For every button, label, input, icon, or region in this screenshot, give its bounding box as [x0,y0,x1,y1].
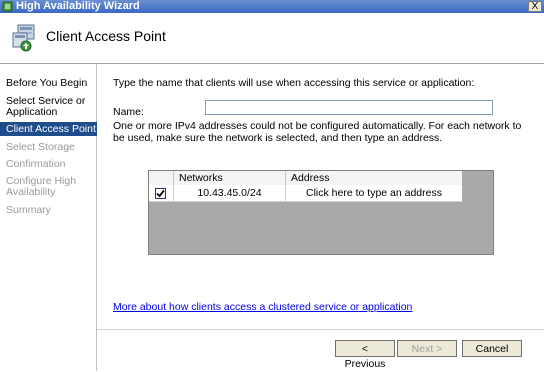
cluster-app-icon [2,1,13,12]
name-label: Name: [113,106,144,118]
column-header-networks[interactable]: Networks [174,171,286,185]
page-title: Client Access Point [46,28,166,44]
nav-step-confirmation: Confirmation [6,158,66,170]
address-cell[interactable]: Click here to type an address [286,185,462,202]
column-header-address[interactable]: Address [286,171,462,185]
column-header-select [149,171,174,185]
wizard-steps-nav: Before You Begin Select Service or Appli… [0,64,97,371]
networks-grid: Networks Address 10.43.45.0/24 Click her… [148,170,494,255]
network-checkbox[interactable] [155,188,166,199]
name-input[interactable] [205,100,493,115]
row-select-cell[interactable] [149,185,174,202]
nav-step-configure-high-availability: Configure High Availability [6,175,77,198]
main-content: Type the name that clients will use when… [97,64,544,371]
checkmark-icon [156,189,165,198]
nav-step-select-service[interactable]: Select Service or Application [0,96,97,118]
title-bar[interactable]: High Availability Wizard X [0,0,544,13]
previous-button[interactable]: < Previous [335,340,395,370]
help-link[interactable]: More about how clients access a clustere… [113,301,412,313]
wizard-header: Client Access Point [0,13,544,64]
network-cell: 10.43.45.0/24 [174,185,286,202]
footer-divider [97,329,544,330]
window-title: High Availability Wizard [16,0,140,12]
cluster-wizard-icon [12,24,35,52]
grid-header: Networks Address [149,171,493,185]
nav-step-summary: Summary [6,204,51,216]
instruction-text: Type the name that clients will use when… [113,77,475,89]
nav-step-select-storage: Select Storage [6,141,75,153]
table-row[interactable]: 10.43.45.0/24 Click here to type an addr… [149,185,462,202]
wizard-window: High Availability Wizard X Client Access… [0,0,544,371]
next-button[interactable]: Next > [397,340,457,357]
ipv4-message: One or more IPv4 addresses could not be … [113,120,522,144]
nav-step-client-access-point[interactable]: Client Access Point [0,122,97,136]
nav-step-before-you-begin[interactable]: Before You Begin [0,78,97,89]
close-button[interactable]: X [528,1,542,12]
cancel-button[interactable]: Cancel [462,340,522,357]
